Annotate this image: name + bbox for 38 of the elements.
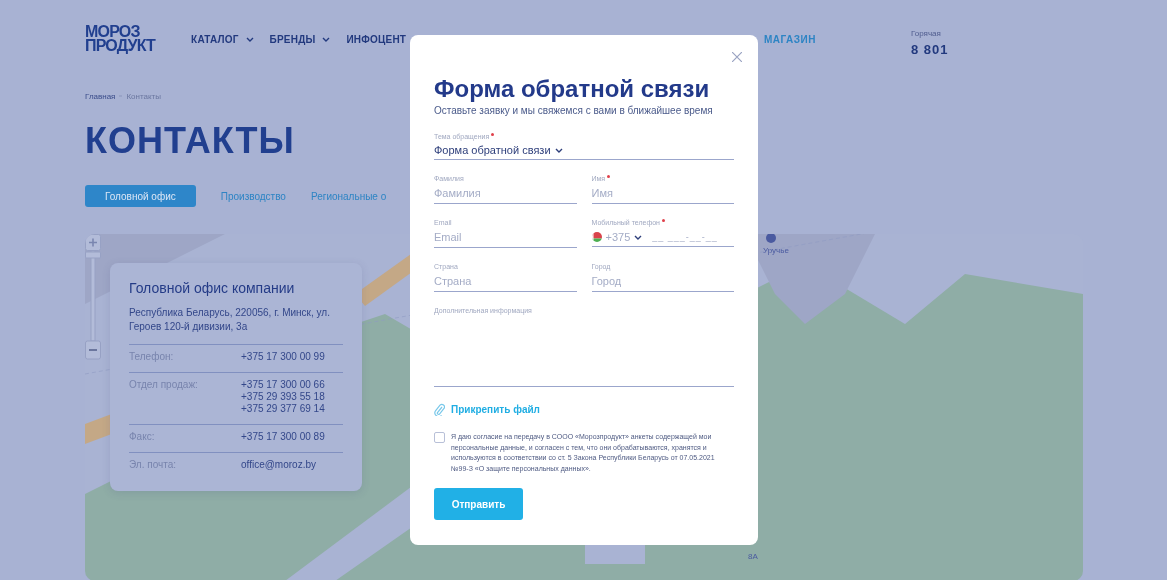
zoom-control[interactable] <box>85 234 101 360</box>
nav-link[interactable]: КАТАЛОГ <box>191 33 254 45</box>
contact-value[interactable]: +375 29 393 55 18 <box>241 391 343 402</box>
contact-value[interactable]: +375 17 300 00 99 <box>241 351 343 362</box>
text-field[interactable]: Город <box>591 271 734 292</box>
hotline-label: Горячая <box>911 29 942 38</box>
consent-checkbox[interactable] <box>434 432 445 443</box>
attach-file-link[interactable]: Прикрепить файл <box>434 403 734 416</box>
contact-value[interactable]: +375 17 300 00 89 <box>241 431 343 442</box>
contact-value[interactable]: office@moroz.by <box>241 459 343 470</box>
hotline-number[interactable]: 8 801 <box>911 42 949 57</box>
address-text: Республика Беларусь, 220056, г. Минск, ул. Героев 120-й дивизии, 3а <box>129 306 343 345</box>
modal-title: Форма обратной связи <box>434 75 711 103</box>
chevron-down-icon <box>554 147 563 153</box>
page-title: КОНТАКТЫ <box>85 119 295 163</box>
map-label: 8А <box>748 552 758 561</box>
modal-subtitle: Оставьте заявку и мы свяжемся с вами в ближайшее время <box>434 105 714 116</box>
close-icon[interactable] <box>732 52 742 62</box>
card-title: Головной офис компании <box>129 280 296 296</box>
map-label: Уручье <box>763 246 789 255</box>
text-field[interactable]: Email <box>434 227 577 248</box>
contact-value[interactable]: +375 17 300 00 66 <box>241 379 343 390</box>
breadcrumb-link[interactable]: Главная <box>85 92 116 101</box>
metro-icon <box>766 234 776 243</box>
tab[interactable]: Головной офис <box>85 185 196 207</box>
text-field[interactable]: Имя <box>591 183 734 204</box>
topic-select[interactable]: Форма обратной связи <box>434 141 734 160</box>
logo[interactable]: МОРОЗ ПРОДУКТ <box>85 25 156 53</box>
text-field[interactable]: Фамилия <box>434 183 577 204</box>
flag-icon <box>591 232 602 242</box>
nav-link[interactable]: ИНФОЦЕНТ <box>346 33 407 45</box>
paperclip-icon <box>434 403 445 416</box>
text-field[interactable]: Страна <box>434 271 577 292</box>
phone-field[interactable]: +375 __ ___-__-__ <box>591 227 734 247</box>
chevron-down-icon <box>634 234 643 240</box>
contact-value[interactable]: +375 29 377 69 14 <box>241 403 343 414</box>
submit-button[interactable]: Отправить <box>434 488 523 520</box>
nav-link[interactable]: БРЕНДЫ <box>269 33 331 45</box>
